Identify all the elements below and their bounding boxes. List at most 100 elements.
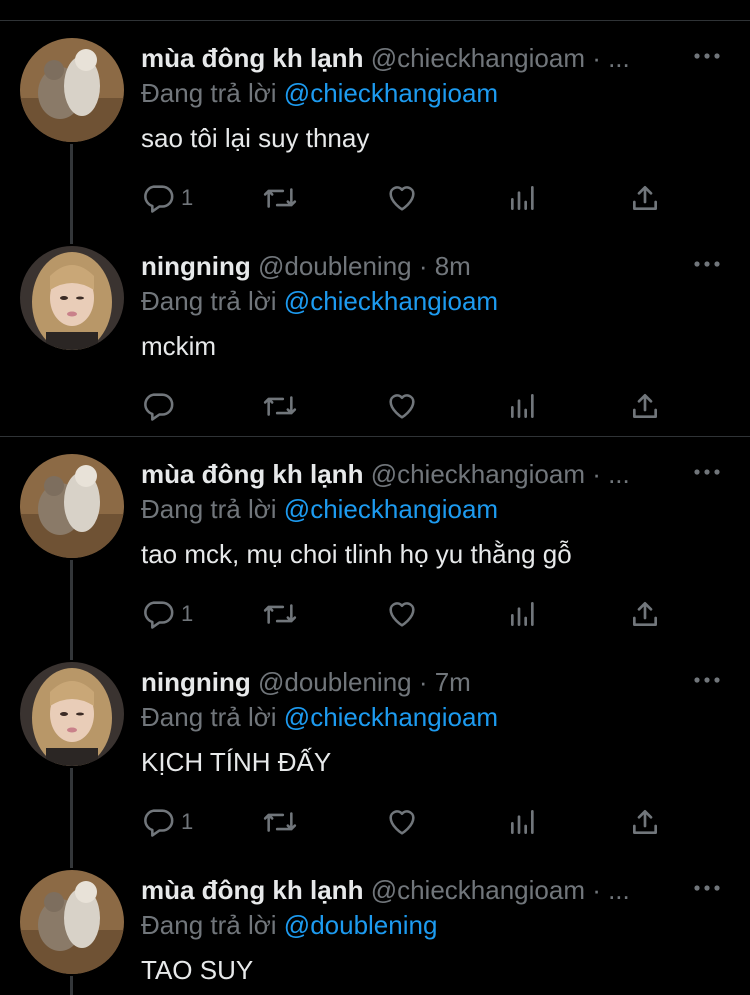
tweet[interactable]: ningning @doublening · 8m Đang trả lời @…: [0, 228, 750, 436]
share-button[interactable]: [629, 180, 661, 216]
action-bar: 1: [141, 804, 681, 840]
reply-button[interactable]: 1: [141, 804, 193, 840]
share-icon: [633, 394, 657, 418]
action-bar: [141, 388, 681, 424]
retweet-icon: [263, 396, 297, 416]
action-bar: 1: [141, 180, 681, 216]
tweet-header: mùa đông kh lạnh @chieckhangioam · ...: [141, 458, 681, 490]
retweet-button[interactable]: [261, 388, 299, 424]
tweet-text: tao mck, mụ choi tlinh họ yu thằng gỗ: [141, 539, 572, 569]
display-name[interactable]: mùa đông kh lạnh: [141, 459, 363, 489]
reply-button[interactable]: [141, 388, 181, 424]
reply-prefix: Đang trả lời: [141, 78, 277, 108]
display-name[interactable]: ningning: [141, 667, 251, 697]
more-icon[interactable]: [692, 458, 722, 486]
reply-mention[interactable]: @doublening: [284, 910, 438, 940]
tweet[interactable]: mùa đông kh lạnh @chieckhangioam · ... Đ…: [0, 20, 750, 228]
reply-prefix: Đang trả lời: [141, 702, 277, 732]
retweet-icon: [263, 188, 297, 208]
cat-avatar: [20, 38, 124, 142]
reply-icon: [144, 809, 174, 837]
display-name[interactable]: mùa đông kh lạnh: [141, 43, 363, 73]
girl-avatar: [20, 246, 124, 350]
avatar[interactable]: [20, 38, 124, 142]
reply-context: Đang trả lời @chieckhangioam: [141, 77, 498, 109]
analytics-icon: [511, 394, 534, 418]
reply-button[interactable]: 1: [141, 596, 193, 632]
like-button[interactable]: [385, 804, 419, 840]
reply-prefix: Đang trả lời: [141, 286, 277, 316]
tweet-header: mùa đông kh lạnh @chieckhangioam · ...: [141, 874, 681, 906]
reply-icon: [144, 601, 174, 629]
retweet-button[interactable]: [261, 180, 299, 216]
handle[interactable]: @doublening · 8m: [258, 251, 471, 281]
more-icon[interactable]: [692, 250, 722, 278]
more-icon[interactable]: [692, 666, 722, 694]
reply-count: 1: [181, 185, 194, 210]
reply-prefix: Đang trả lời: [141, 494, 277, 524]
share-icon: [633, 186, 657, 210]
more-icon[interactable]: [692, 874, 722, 902]
avatar[interactable]: [20, 454, 124, 558]
reply-count: 1: [181, 601, 194, 626]
tweet-text: TAO SUY: [141, 955, 254, 985]
like-button[interactable]: [385, 596, 419, 632]
share-icon: [633, 810, 657, 834]
analytics-icon: [511, 186, 534, 210]
tweet-header: ningning @doublening · 8m: [141, 250, 681, 282]
retweet-icon: [263, 812, 297, 832]
cat-avatar: [20, 870, 124, 974]
reply-icon: [144, 393, 174, 421]
reply-context: Đang trả lời @chieckhangioam: [141, 285, 498, 317]
reply-mention[interactable]: @chieckhangioam: [284, 286, 498, 316]
tweet[interactable]: mùa đông kh lạnh @chieckhangioam · ... Đ…: [0, 852, 750, 995]
heart-icon: [389, 186, 415, 211]
analytics-button[interactable]: [507, 180, 539, 216]
analytics-icon: [511, 810, 534, 834]
like-button[interactable]: [385, 388, 419, 424]
analytics-icon: [511, 602, 534, 626]
reply-icon: [144, 185, 174, 213]
avatar[interactable]: [20, 246, 124, 350]
share-button[interactable]: [629, 804, 661, 840]
tweet[interactable]: ningning @doublening · 7m Đang trả lời @…: [0, 644, 750, 852]
avatar[interactable]: [20, 870, 124, 974]
reply-context: Đang trả lời @doublening: [141, 909, 437, 941]
analytics-button[interactable]: [507, 388, 539, 424]
handle[interactable]: @chieckhangioam · ...: [371, 875, 630, 905]
girl-avatar: [20, 662, 124, 766]
reply-mention[interactable]: @chieckhangioam: [284, 78, 498, 108]
analytics-button[interactable]: [507, 596, 539, 632]
reply-button[interactable]: 1: [141, 180, 193, 216]
more-icon[interactable]: [692, 42, 722, 70]
handle[interactable]: @doublening · 7m: [258, 667, 471, 697]
reply-context: Đang trả lời @chieckhangioam: [141, 701, 498, 733]
reply-count: 1: [181, 809, 194, 834]
heart-icon: [389, 602, 415, 627]
tweet[interactable]: mùa đông kh lạnh @chieckhangioam · ... Đ…: [0, 436, 750, 644]
share-button[interactable]: [629, 388, 661, 424]
reply-mention[interactable]: @chieckhangioam: [284, 702, 498, 732]
share-icon: [633, 602, 657, 626]
reply-prefix: Đang trả lời: [141, 910, 277, 940]
display-name[interactable]: ningning: [141, 251, 251, 281]
analytics-button[interactable]: [507, 804, 539, 840]
display-name[interactable]: mùa đông kh lạnh: [141, 875, 363, 905]
action-bar: 1: [141, 596, 681, 632]
cat-avatar: [20, 454, 124, 558]
retweet-button[interactable]: [261, 596, 299, 632]
heart-icon: [389, 394, 415, 419]
handle[interactable]: @chieckhangioam · ...: [371, 459, 630, 489]
avatar[interactable]: [20, 662, 124, 766]
tweet-header: ningning @doublening · 7m: [141, 666, 681, 698]
like-button[interactable]: [385, 180, 419, 216]
tweet-text: KỊCH TÍNH ĐẤY: [141, 747, 332, 777]
tweet-header: mùa đông kh lạnh @chieckhangioam · ...: [141, 42, 681, 74]
heart-icon: [389, 810, 415, 835]
tweet-text: mckim: [141, 331, 217, 361]
tweet-text: sao tôi lại suy thnay: [141, 123, 370, 153]
retweet-button[interactable]: [261, 804, 299, 840]
reply-mention[interactable]: @chieckhangioam: [284, 494, 498, 524]
handle[interactable]: @chieckhangioam · ...: [371, 43, 630, 73]
share-button[interactable]: [629, 596, 661, 632]
